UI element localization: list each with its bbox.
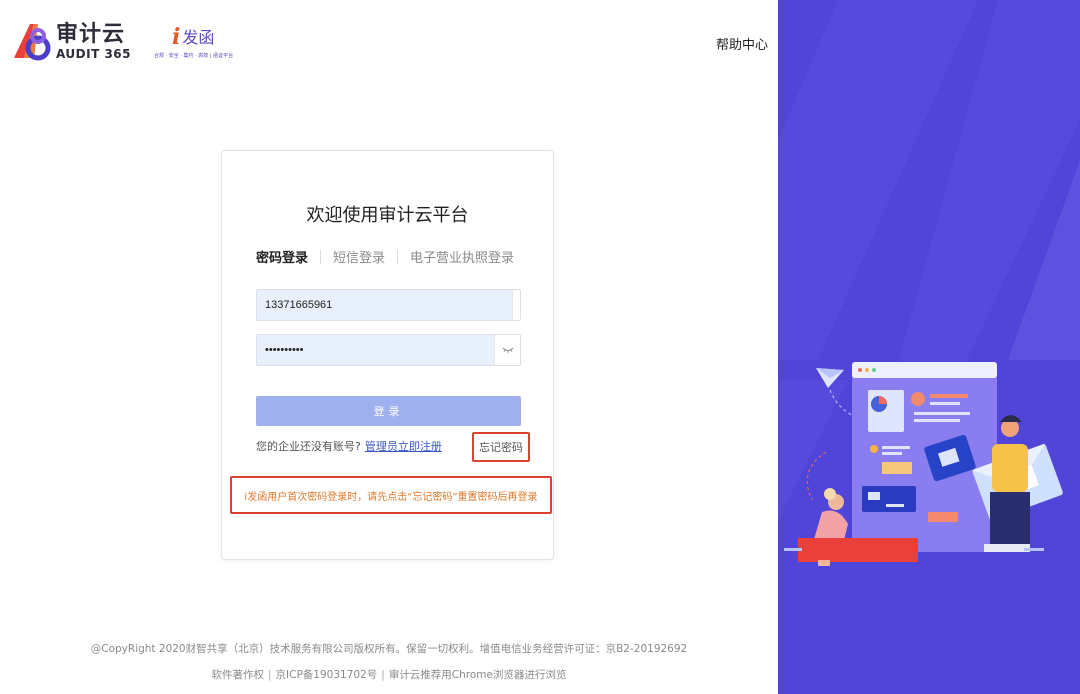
tab-password-login[interactable]: 密码登录 [256,247,308,266]
ifahan-slogan: 合规 · 安全 · 集约 · 高效 | 函证平台 [154,53,234,59]
footer-browser-tip: 审计云推荐用Chrome浏览器进行浏览 [388,669,567,681]
ifahan-cn-text: 发函 [182,28,215,47]
footer-separator: | [268,669,272,681]
login-title: 欢迎使用审计云平台 [306,205,469,226]
ifahan-logo[interactable]: i 发函 合规 · 安全 · 集约 · 高效 | 函证平台 [154,24,246,64]
login-tabs: 密码登录 短信登录 电子营业执照登录 [256,247,514,266]
password-field [256,334,521,366]
tab-business-license-login[interactable]: 电子营业执照登录 [410,247,514,266]
ifahan-i-mark: i [172,24,181,50]
password-input[interactable] [257,335,520,365]
tab-divider [397,249,399,264]
logo-cn-text: 审计云 [56,22,126,47]
footer-copyright: @CopyRight 2020财智共享（北京）技术服务有限公司版权所有。保留一切… [90,643,688,655]
forgot-password-link[interactable]: 忘记密码 [472,432,530,462]
audit-logo-icon [14,24,51,61]
footer-icp[interactable]: 京ICP备19031702号 [276,669,378,681]
audit365-logo[interactable]: 审计云 AUDIT 365 [10,16,135,68]
side-illustration-panel [778,0,1080,694]
first-login-notice: i发函用户首次密码登录时，请先点击“忘记密码”重置密码后再登录 [230,476,552,514]
login-button[interactable]: 登录 [256,396,521,426]
header: 审计云 AUDIT 365 i 发函 合规 · 安全 · 集约 · 高效 | 函… [0,0,778,80]
register-line: 您的企业还没有账号? 管理员立即注册 [256,438,442,454]
eye-closed-icon[interactable] [494,335,520,365]
tab-divider [320,249,322,264]
footer-links: 软件著作权 | 京ICP备19031702号 | 审计云推荐用Chrome浏览器进行浏览 [0,667,778,682]
footer-software-copyright[interactable]: 软件著作权 [212,669,265,681]
login-card: 欢迎使用审计云平台 密码登录 短信登录 电子营业执照登录 登录 您的企业还没有账… [221,150,554,560]
side-illustration [778,0,1080,566]
register-prompt: 您的企业还没有账号? [256,440,361,453]
admin-register-link[interactable]: 管理员立即注册 [365,440,442,453]
help-center-link[interactable]: 帮助中心 [716,34,768,53]
footer-separator: | [381,669,385,681]
tab-sms-login[interactable]: 短信登录 [333,247,385,266]
phone-input[interactable] [257,290,520,320]
logo-en-text: AUDIT 365 [56,47,131,61]
phone-field [256,289,521,321]
phone-field-edge [512,290,520,320]
